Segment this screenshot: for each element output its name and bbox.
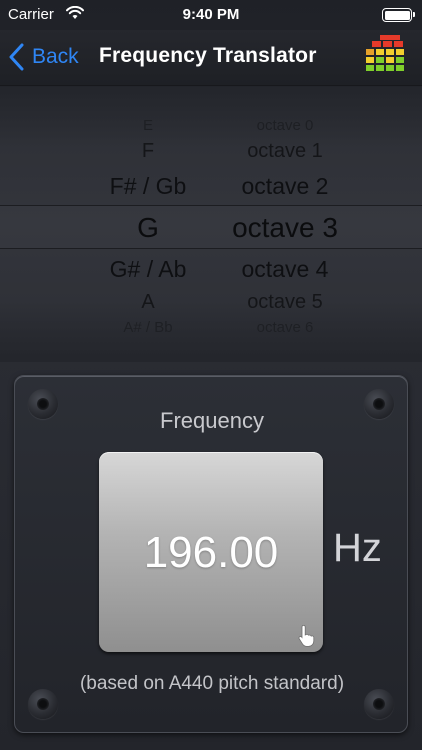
picker-octave: octave 5 [247,291,323,313]
page-title: Frequency Translator [99,44,317,67]
frequency-panel: Frequency 196.00 Hz (based on A440 pitch… [14,375,408,733]
frequency-label: Frequency [160,408,264,433]
back-button[interactable]: Back [8,42,79,72]
frequency-unit: Hz [333,526,382,570]
status-bar: Carrier 9:40 PM [0,0,422,30]
picker-octave-selected: octave 3 [232,212,338,243]
note-octave-picker[interactable]: E octave 0 F octave 1 F# / Gb octave 2 G… [0,87,422,362]
back-chevron-icon [9,43,24,71]
picker-octave: octave 2 [241,173,329,199]
screen: Carrier 9:40 PM Back Frequency Translato… [0,0,422,750]
picker-note: E [142,117,153,134]
back-label: Back [32,45,79,68]
nav-bar: Back Frequency Translator [0,30,422,86]
picker-note: A# / Bb [123,319,173,336]
picker-octave: octave 1 [247,140,323,162]
picker-note: F# / Gb [109,173,187,199]
frequency-value: 196.00 [143,528,279,577]
battery-icon [382,8,415,22]
picker-octave: octave 0 [256,117,314,134]
frequency-display-button[interactable]: 196.00 [99,452,323,652]
picker-octave: octave 6 [256,319,314,336]
pitch-standard-note: (based on A440 pitch standard) [79,673,345,694]
picker-note: F [141,140,155,162]
tap-hand-icon [298,625,315,647]
picker-note: G# / Ab [109,256,187,282]
picker-octave: octave 4 [241,256,329,282]
picker-note-selected: G [137,212,159,243]
clock: 9:40 PM [182,6,240,23]
picker-note: A [141,291,155,313]
app-logo-icon[interactable] [364,35,406,75]
